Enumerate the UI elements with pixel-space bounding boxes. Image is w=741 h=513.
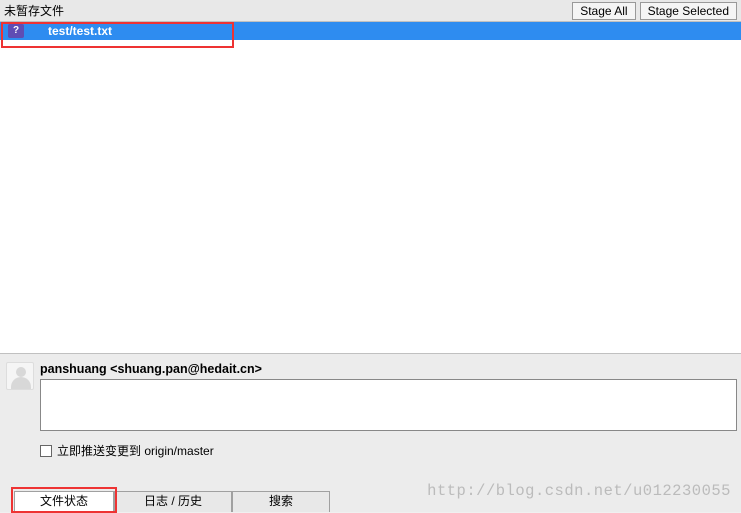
push-immediately-row[interactable]: 立即推送变更到 origin/master: [40, 442, 735, 459]
commit-panel: panshuang <shuang.pan@hedait.cn> 立即推送变更到…: [0, 353, 741, 512]
bottom-tabs: 文件状态 日志 / 历史 搜索: [0, 491, 330, 512]
unstaged-title: 未暂存文件: [4, 2, 568, 19]
push-checkbox[interactable]: [40, 445, 52, 457]
file-path: test/test.txt: [48, 24, 112, 38]
file-row[interactable]: ? test/test.txt: [0, 22, 741, 40]
unstaged-header: 未暂存文件 Stage All Stage Selected: [0, 0, 741, 22]
commit-message-input[interactable]: [40, 379, 737, 431]
tab-search[interactable]: 搜索: [232, 491, 330, 512]
author-label: panshuang <shuang.pan@hedait.cn>: [40, 362, 737, 376]
stage-all-button[interactable]: Stage All: [572, 2, 635, 20]
stage-selected-button[interactable]: Stage Selected: [640, 2, 737, 20]
avatar: [6, 362, 34, 390]
push-label: 立即推送变更到 origin/master: [57, 442, 214, 459]
file-status-unknown-icon: ?: [8, 24, 24, 38]
unstaged-file-list[interactable]: ? test/test.txt: [0, 22, 741, 353]
tab-log-history[interactable]: 日志 / 历史: [114, 491, 232, 512]
tab-file-status[interactable]: 文件状态: [14, 491, 114, 512]
